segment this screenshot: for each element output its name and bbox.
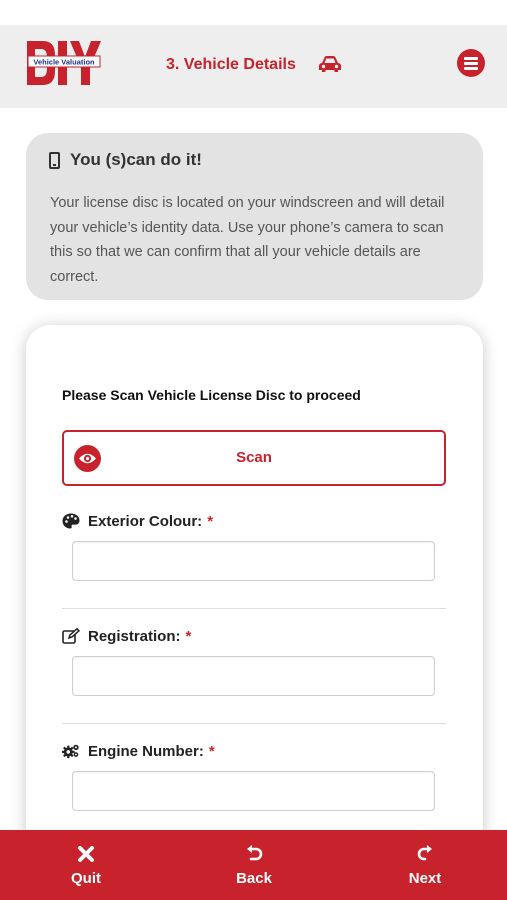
- palette-icon: [62, 513, 80, 529]
- undo-icon: [247, 845, 263, 861]
- next-button[interactable]: Next: [375, 830, 475, 900]
- exterior-colour-label: Exterior Colour:: [88, 512, 203, 530]
- back-label: Back: [236, 870, 272, 887]
- page-title: 3. Vehicle Details: [166, 56, 296, 73]
- back-button[interactable]: Back: [204, 830, 304, 900]
- vehicle-details-form: Please Scan Vehicle License Disc to proc…: [26, 325, 483, 900]
- info-title: You (s)can do it!: [70, 150, 202, 169]
- info-title-row: You (s)can do it!: [49, 150, 202, 170]
- exterior-colour-input[interactable]: [72, 541, 435, 581]
- car-icon: [319, 56, 341, 72]
- gears-icon: [62, 744, 79, 759]
- mobile-phone-icon: [49, 151, 60, 169]
- required-marker: *: [207, 512, 214, 530]
- engine-number-label: Engine Number:: [88, 742, 204, 760]
- app-screen: Vehicle Valuation 3. Vehicle Details You…: [0, 0, 507, 900]
- engine-number-field: Engine Number: *: [62, 740, 446, 811]
- hamburger-menu-icon[interactable]: [457, 49, 485, 77]
- close-icon: [78, 846, 94, 862]
- field-divider: [62, 723, 446, 724]
- logo-banner-text: Vehicle Valuation: [33, 58, 95, 67]
- redo-icon: [417, 845, 432, 861]
- scan-button[interactable]: Scan: [62, 430, 446, 486]
- bottom-navigation: Quit Back Next: [0, 830, 507, 900]
- required-marker: *: [185, 627, 192, 645]
- scan-prompt: Please Scan Vehicle License Disc to proc…: [62, 387, 361, 403]
- registration-label: Registration:: [88, 627, 181, 645]
- quit-button[interactable]: Quit: [36, 830, 136, 900]
- scan-info-card: You (s)can do it! Your license disc is l…: [26, 133, 483, 300]
- registration-input[interactable]: [72, 656, 435, 696]
- exterior-colour-field: Exterior Colour: *: [62, 510, 446, 581]
- info-description: Your license disc is located on your win…: [50, 195, 445, 285]
- engine-number-input[interactable]: [72, 771, 435, 811]
- required-marker: *: [208, 742, 215, 760]
- quit-label: Quit: [71, 870, 101, 887]
- next-label: Next: [408, 870, 442, 887]
- field-divider: [62, 608, 446, 609]
- top-header: Vehicle Valuation 3. Vehicle Details: [0, 25, 507, 108]
- scan-button-label: Scan: [236, 449, 272, 466]
- registration-field: Registration: *: [62, 625, 446, 696]
- edit-icon: [62, 628, 80, 644]
- diy-logo: Vehicle Valuation: [27, 41, 101, 85]
